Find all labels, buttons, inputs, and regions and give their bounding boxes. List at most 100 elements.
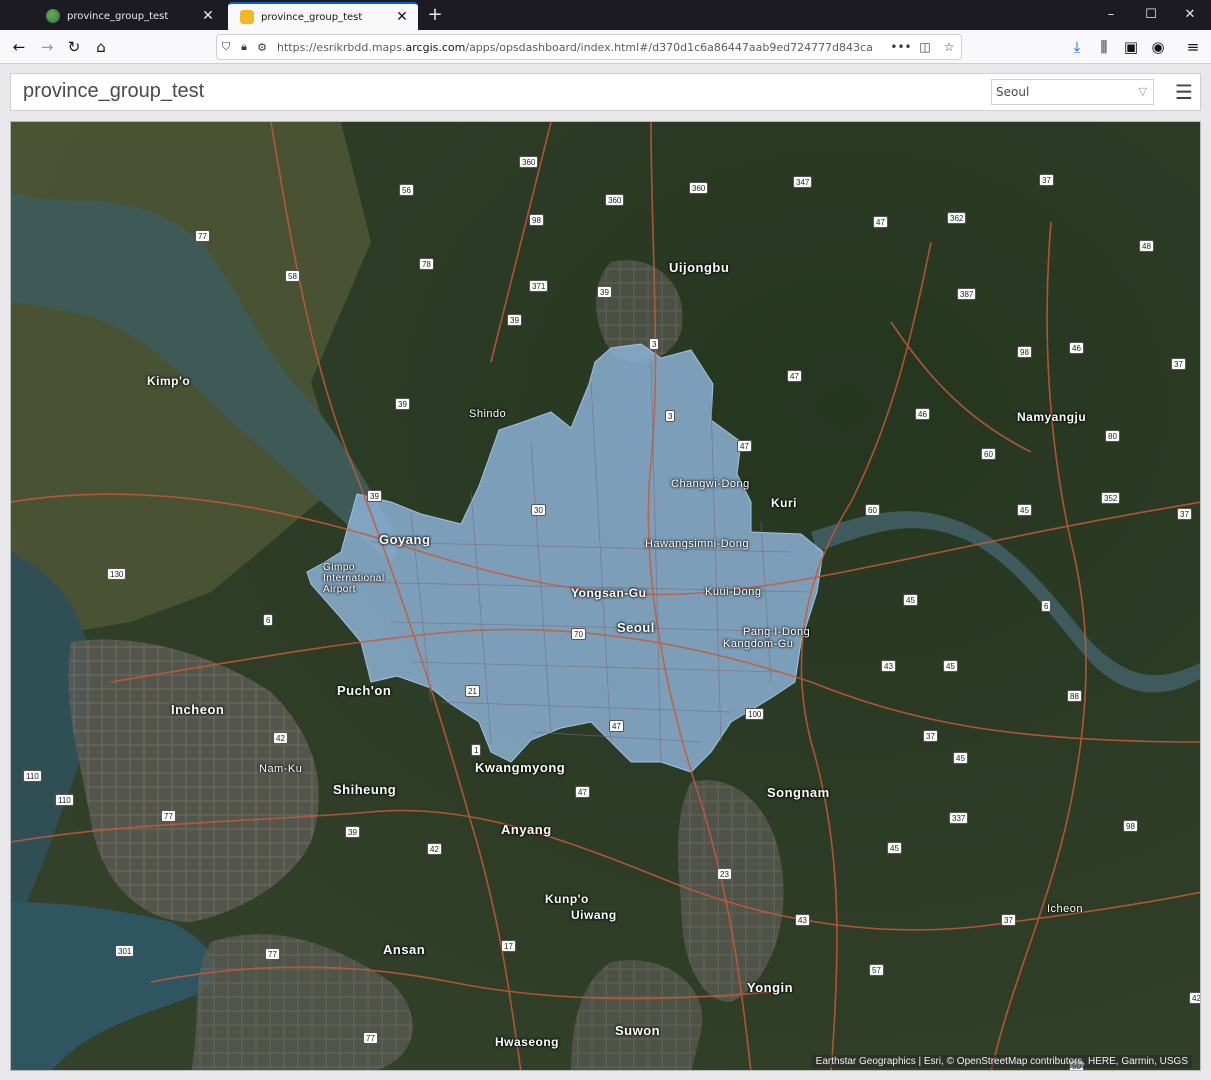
sidebar-icon[interactable]: ▣	[1118, 34, 1144, 60]
back-button[interactable]: ←	[6, 34, 32, 60]
road-shield: 21	[465, 685, 480, 697]
reload-button[interactable]: ↻	[61, 34, 87, 60]
hamburger-menu-icon[interactable]: ☰	[1173, 80, 1195, 104]
map-view[interactable]: Uijongbu Kimp'o Shindo Namyangju Changwi-Don…	[10, 121, 1201, 1071]
place-label: Incheon	[171, 702, 225, 717]
road-shield: 42	[273, 732, 288, 744]
road-shield: 98	[529, 214, 544, 226]
place-label: Anyang	[501, 822, 552, 837]
road-shield: 360	[689, 182, 709, 194]
place-label: Suwon	[615, 1023, 661, 1038]
road-shield: 98	[1123, 820, 1138, 832]
pocket-icon[interactable]: ◫	[913, 40, 937, 54]
road-shield: 77	[161, 810, 176, 822]
road-shield: 56	[399, 184, 414, 196]
road-shield: 60	[981, 448, 996, 460]
place-label: Shindo	[469, 408, 507, 420]
tab-label: province_group_test	[67, 10, 169, 22]
chevron-down-icon: ▽	[1138, 85, 1147, 98]
place-label: Icheon	[1047, 903, 1084, 915]
place-label: Nam-Ku	[259, 763, 303, 775]
road-shield: 43	[881, 660, 896, 672]
road-shield: 46	[915, 408, 930, 420]
home-button[interactable]: ⌂	[88, 34, 114, 60]
place-label: Gimpo International Airport	[323, 562, 385, 595]
road-shield: 39	[367, 490, 382, 502]
road-shield: 77	[265, 948, 280, 960]
app-menu-icon[interactable]: ≡	[1180, 34, 1206, 60]
road-shield: 98	[1017, 346, 1032, 358]
road-shield: 77	[195, 230, 210, 242]
road-shield: 39	[395, 398, 410, 410]
close-tab-icon[interactable]: ✕	[394, 10, 410, 24]
road-shield: 387	[957, 288, 977, 300]
road-shield: 45	[943, 660, 958, 672]
road-shield: 57	[869, 964, 884, 976]
road-shield: 47	[873, 216, 888, 228]
road-shield: 1	[471, 744, 482, 756]
road-shield: 45	[1017, 504, 1032, 516]
road-shield: 43	[795, 914, 810, 926]
lock-icon[interactable]: 🔒︎	[235, 40, 253, 54]
browser-tab-inactive[interactable]: province_group_test ✕	[34, 2, 224, 30]
dashboard: province_group_test Seoul ▽ ☰ Uijongbu K…	[0, 64, 1211, 1080]
place-label: Ansan	[383, 942, 426, 957]
place-label: Hawangsimni-Dong	[645, 538, 749, 550]
road-shield: 39	[597, 286, 612, 298]
place-label: Changwi-Dong	[671, 478, 750, 490]
new-tab-button[interactable]: +	[424, 4, 446, 26]
road-shield: 37	[1001, 914, 1016, 926]
road-shield: 17	[501, 940, 516, 952]
browser-tab-active[interactable]: province_group_test ✕	[228, 2, 418, 30]
road-shield: 37	[1039, 174, 1054, 186]
road-shield: 46	[1069, 342, 1084, 354]
place-label: Uijongbu	[669, 260, 730, 275]
road-shield: 360	[605, 194, 625, 206]
dashboard-title: province_group_test	[23, 80, 205, 102]
bookmark-star-icon[interactable]: ☆	[937, 40, 961, 54]
close-window-button[interactable]: ✕	[1167, 0, 1211, 30]
globe-favicon-icon	[46, 9, 60, 23]
road-shield: 47	[737, 440, 752, 452]
permissions-icon[interactable]: ⚙	[253, 41, 271, 54]
road-shield: 37	[923, 730, 938, 742]
road-shield: 58	[285, 270, 300, 282]
library-icon[interactable]: ⫼	[1091, 34, 1117, 60]
road-shield: 301	[115, 945, 135, 957]
place-label: Namyangju	[1017, 410, 1087, 424]
page-actions-icon[interactable]: •••	[889, 40, 913, 54]
road-shield: 60	[865, 504, 880, 516]
road-shield: 3	[649, 338, 660, 350]
close-tab-icon[interactable]: ✕	[200, 9, 216, 23]
selector-value: Seoul	[996, 85, 1030, 99]
account-icon[interactable]: ◉	[1145, 34, 1171, 60]
road-shield: 45	[953, 752, 968, 764]
url-prefix: https://esrikrbdd.maps.	[277, 40, 406, 54]
place-label: Kwangmyong	[475, 760, 566, 775]
road-shield: 78	[419, 258, 434, 270]
road-shield: 362	[947, 212, 967, 224]
map-attribution[interactable]: Earthstar Geographics | Esri, © OpenStre…	[811, 1055, 1192, 1068]
road-shield: 48	[1139, 240, 1154, 252]
place-label: Kuui-Dong	[705, 586, 762, 598]
address-bar[interactable]: ⛉ 🔒︎ ⚙ https://esrikrbdd.maps.arcgis.com…	[216, 34, 962, 60]
province-selector[interactable]: Seoul ▽	[991, 79, 1154, 105]
road-shield: 360	[519, 156, 539, 168]
road-shield: 42	[1189, 992, 1200, 1004]
road-shield: 39	[345, 826, 360, 838]
road-shield: 100	[745, 708, 765, 720]
dashboard-header: province_group_test Seoul ▽ ☰	[10, 73, 1201, 111]
road-shield: 352	[1101, 492, 1121, 504]
place-label: Hwaseong	[495, 1035, 560, 1049]
url-text[interactable]: https://esrikrbdd.maps.arcgis.com/apps/o…	[277, 41, 889, 54]
place-label: Puch'on	[337, 683, 392, 698]
road-shield: 23	[717, 868, 732, 880]
road-shield: 110	[23, 770, 42, 782]
forward-button[interactable]: →	[34, 34, 60, 60]
shield-tracking-icon[interactable]: ⛉	[217, 40, 235, 54]
road-shield: 47	[575, 786, 590, 798]
road-shield: 110	[55, 794, 74, 806]
road-shield: 47	[609, 720, 624, 732]
downloads-icon[interactable]: ⤓	[1064, 34, 1090, 60]
road-shield: 45	[887, 842, 902, 854]
